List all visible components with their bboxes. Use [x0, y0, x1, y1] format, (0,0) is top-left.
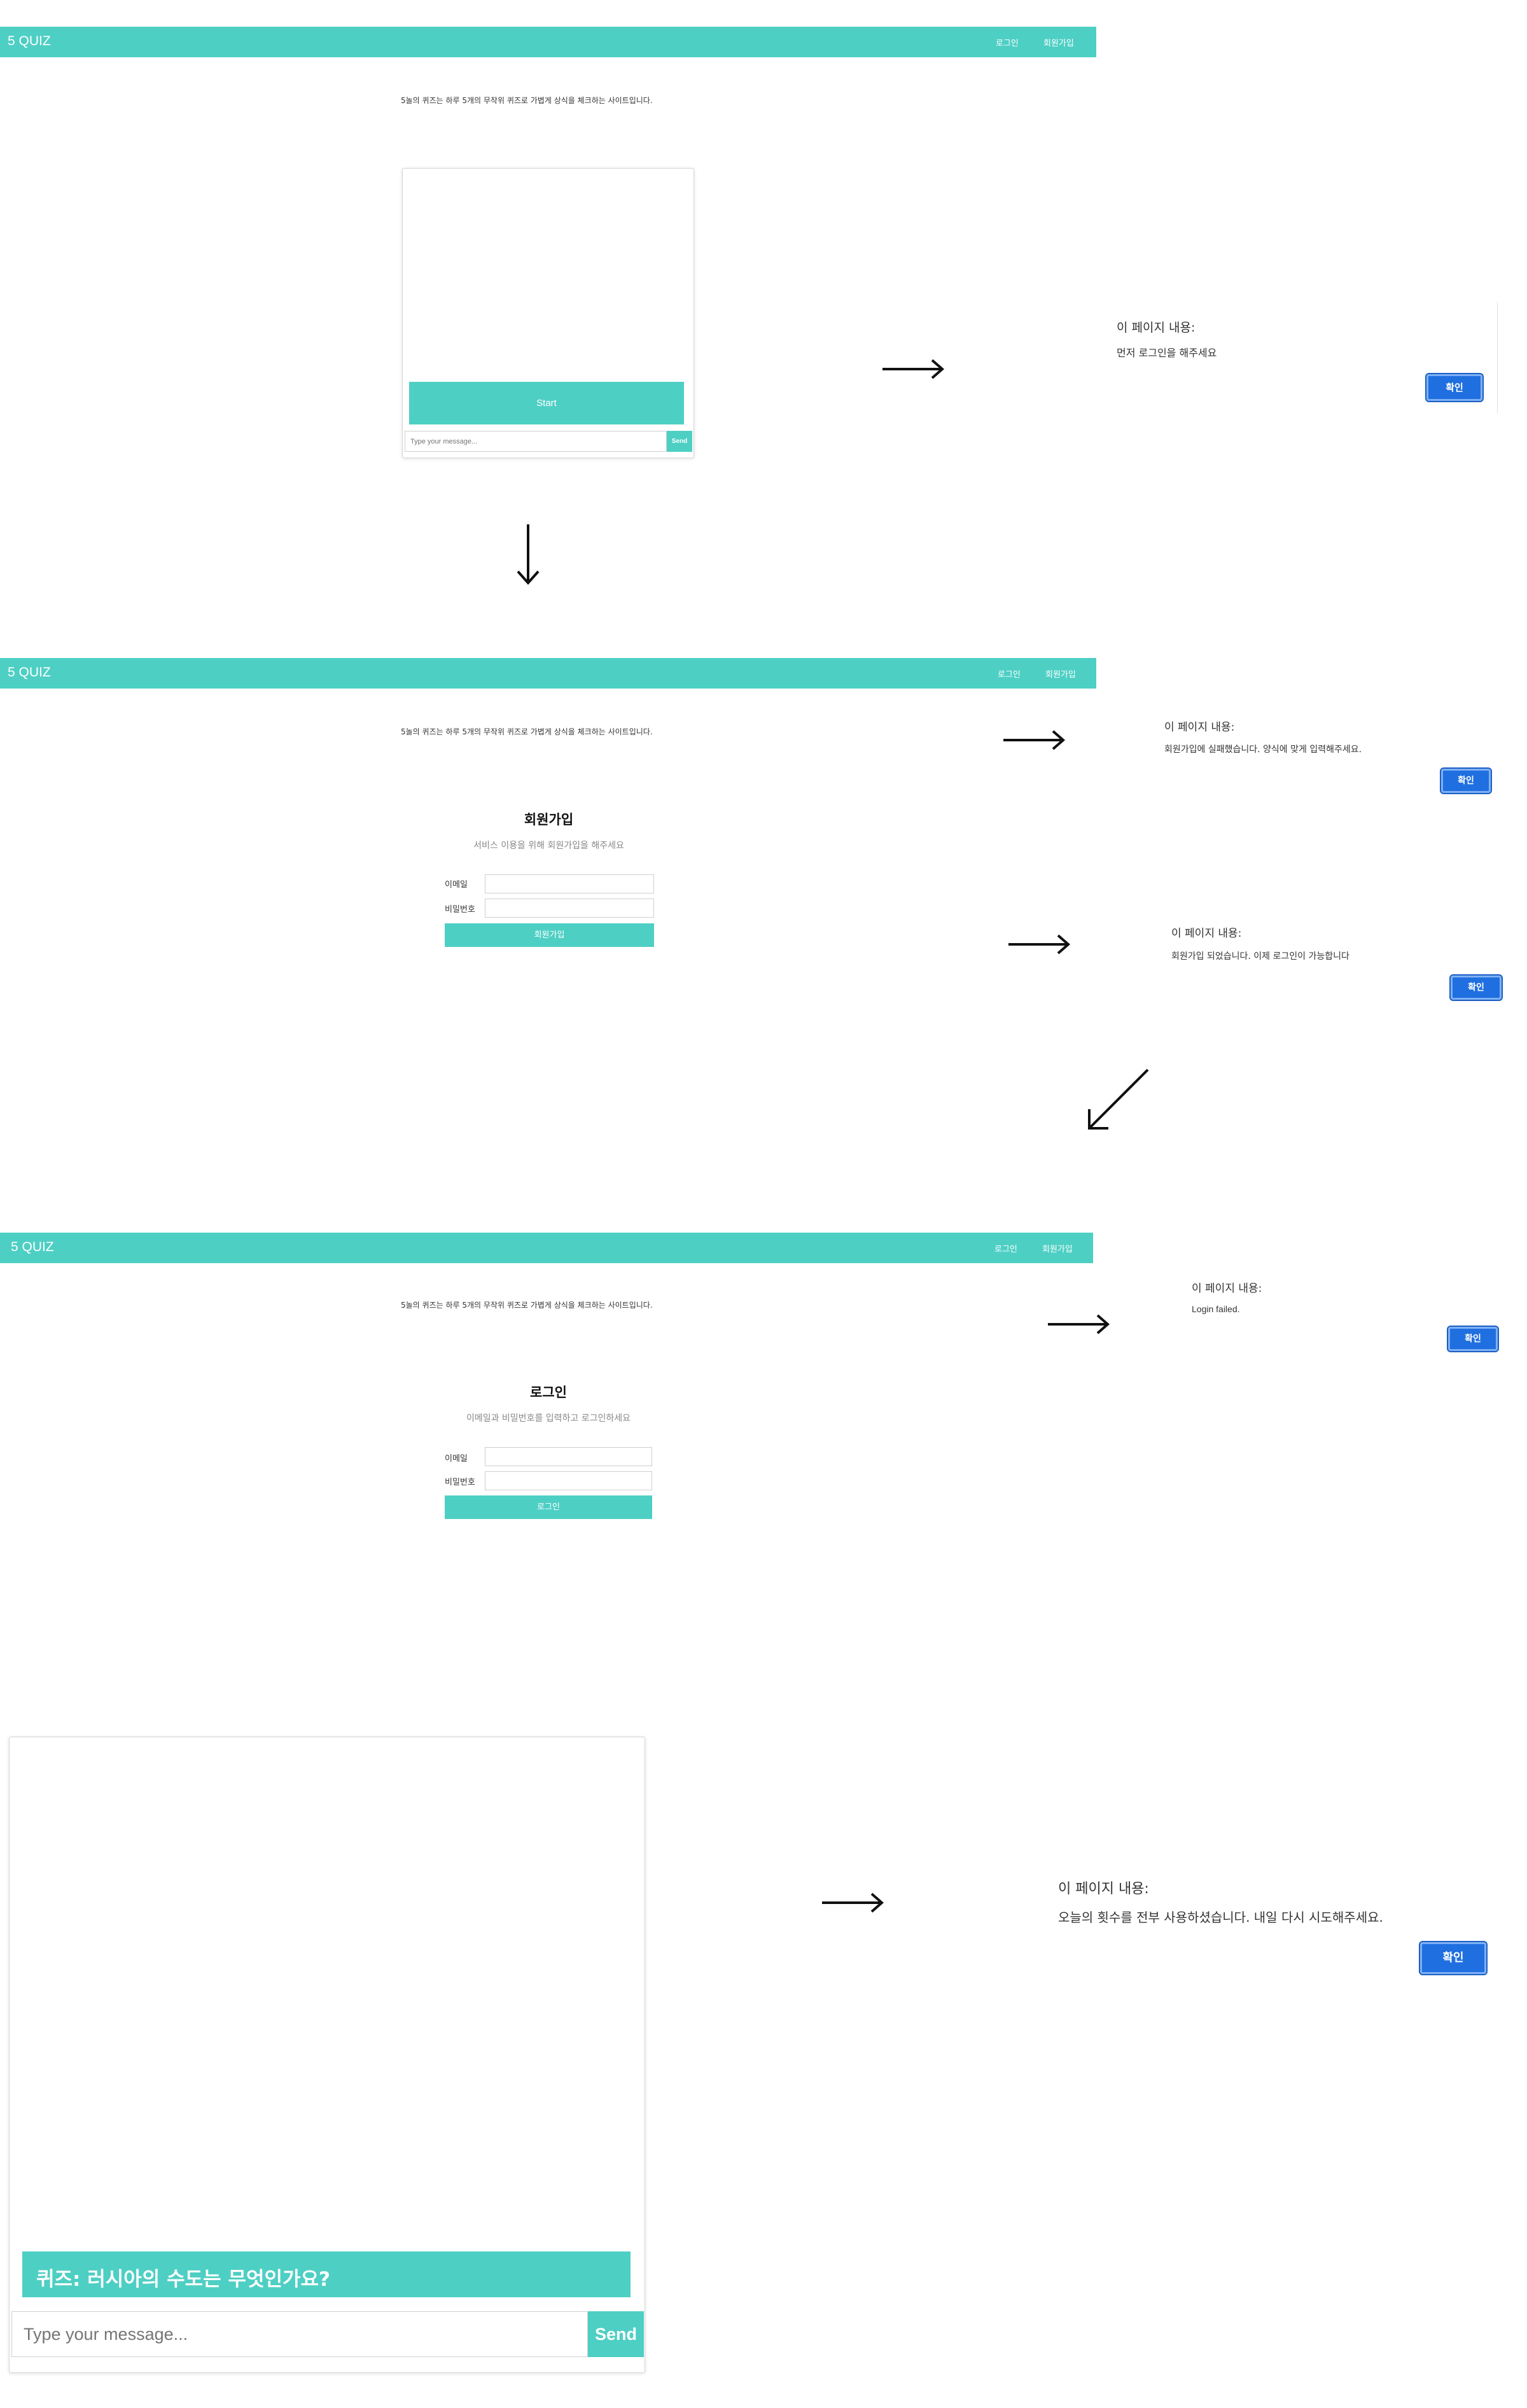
- arrow-down-left-icon: [1088, 1068, 1149, 1130]
- divider: [1497, 302, 1498, 414]
- quiz-question-bubble: 퀴즈: 러시아의 수도는 무엇인가요?: [22, 2251, 631, 2297]
- site-description: 5놀의 퀴즈는 하루 5개의 무작위 퀴즈로 가볍게 상식을 체크하는 사이트입…: [401, 96, 653, 105]
- send-button[interactable]: Send: [667, 431, 692, 452]
- dialog-ok-button[interactable]: 확인: [1440, 767, 1492, 794]
- brand-logo[interactable]: 5 QUIZ: [8, 34, 51, 49]
- dialog-message: 회원가입 되었습니다. 이제 로그인이 가능합니다: [1171, 951, 1349, 962]
- dialog-title: 이 페이지 내용:: [1117, 321, 1196, 335]
- dialog-ok-button[interactable]: 확인: [1447, 1326, 1499, 1352]
- password-field[interactable]: [485, 1471, 652, 1490]
- password-label: 비밀번호: [445, 905, 475, 914]
- arrow-down-icon: [517, 524, 540, 585]
- password-label: 비밀번호: [445, 1478, 475, 1487]
- dialog-message: 먼저 로그인을 해주세요: [1117, 347, 1217, 359]
- quiz-question-text: 퀴즈: 러시아의 수도는 무엇인가요?: [36, 2268, 331, 2291]
- email-label: 이메일: [445, 1454, 468, 1464]
- dialog-ok-button[interactable]: 확인: [1449, 974, 1503, 1001]
- send-button[interactable]: Send: [588, 2311, 644, 2357]
- dialog-ok-button[interactable]: 확인: [1425, 373, 1484, 402]
- nav-login-link[interactable]: 로그인: [998, 668, 1021, 680]
- arrow-right-icon: [822, 1893, 884, 1913]
- arrow-right-icon: [882, 359, 945, 379]
- nav-login-link[interactable]: 로그인: [994, 1242, 1017, 1254]
- email-field[interactable]: [485, 874, 654, 893]
- signup-subtitle: 서비스 이용을 위해 회원가입을 해주세요: [473, 841, 624, 851]
- arrow-right-icon: [1048, 1314, 1110, 1334]
- start-button[interactable]: Start: [409, 382, 684, 424]
- password-field[interactable]: [485, 899, 654, 918]
- arrow-right-icon: [1008, 934, 1071, 955]
- signup-submit-button[interactable]: 회원가입: [445, 923, 654, 947]
- signup-title: 회원가입: [524, 812, 574, 827]
- dialog-title: 이 페이지 내용:: [1171, 927, 1242, 940]
- site-description: 5놀의 퀴즈는 하루 5개의 무작위 퀴즈로 가볍게 상식을 체크하는 사이트입…: [401, 727, 653, 736]
- nav-login-link[interactable]: 로그인: [996, 36, 1019, 48]
- nav-signup-link[interactable]: 회원가입: [1045, 668, 1076, 680]
- navbar: 5 QUIZ 로그인 회원가입: [0, 1233, 1093, 1263]
- dialog-title: 이 페이지 내용:: [1058, 1881, 1149, 1897]
- message-input[interactable]: [405, 431, 667, 452]
- email-field[interactable]: [485, 1447, 652, 1466]
- login-title: 로그인: [530, 1385, 567, 1400]
- dialog-message: Login failed.: [1192, 1304, 1240, 1314]
- brand-logo[interactable]: 5 QUIZ: [8, 665, 51, 680]
- navbar: 5 QUIZ 로그인 회원가입: [0, 27, 1096, 57]
- dialog-title: 이 페이지 내용:: [1164, 721, 1235, 734]
- brand-logo[interactable]: 5 QUIZ: [11, 1240, 54, 1255]
- nav-signup-link[interactable]: 회원가입: [1042, 1242, 1073, 1254]
- login-submit-button[interactable]: 로그인: [445, 1495, 652, 1519]
- dialog-ok-button[interactable]: 확인: [1419, 1941, 1488, 1975]
- arrow-right-icon: [1003, 730, 1066, 750]
- dialog-title: 이 페이지 내용:: [1192, 1282, 1262, 1295]
- navbar: 5 QUIZ 로그인 회원가입: [0, 658, 1096, 689]
- dialog-message: 오늘의 횟수를 전부 사용하셨습니다. 내일 다시 시도해주세요.: [1058, 1910, 1383, 1925]
- message-input[interactable]: [11, 2311, 588, 2357]
- login-subtitle: 이메일과 비밀번호를 입력하고 로그인하세요: [466, 1413, 631, 1424]
- nav-signup-link[interactable]: 회원가입: [1043, 36, 1074, 48]
- site-description: 5놀의 퀴즈는 하루 5개의 무작위 퀴즈로 가볍게 상식을 체크하는 사이트입…: [401, 1301, 653, 1310]
- email-label: 이메일: [445, 880, 468, 890]
- dialog-message: 회원가입에 실패했습니다. 양식에 맞게 입력해주세요.: [1164, 745, 1362, 755]
